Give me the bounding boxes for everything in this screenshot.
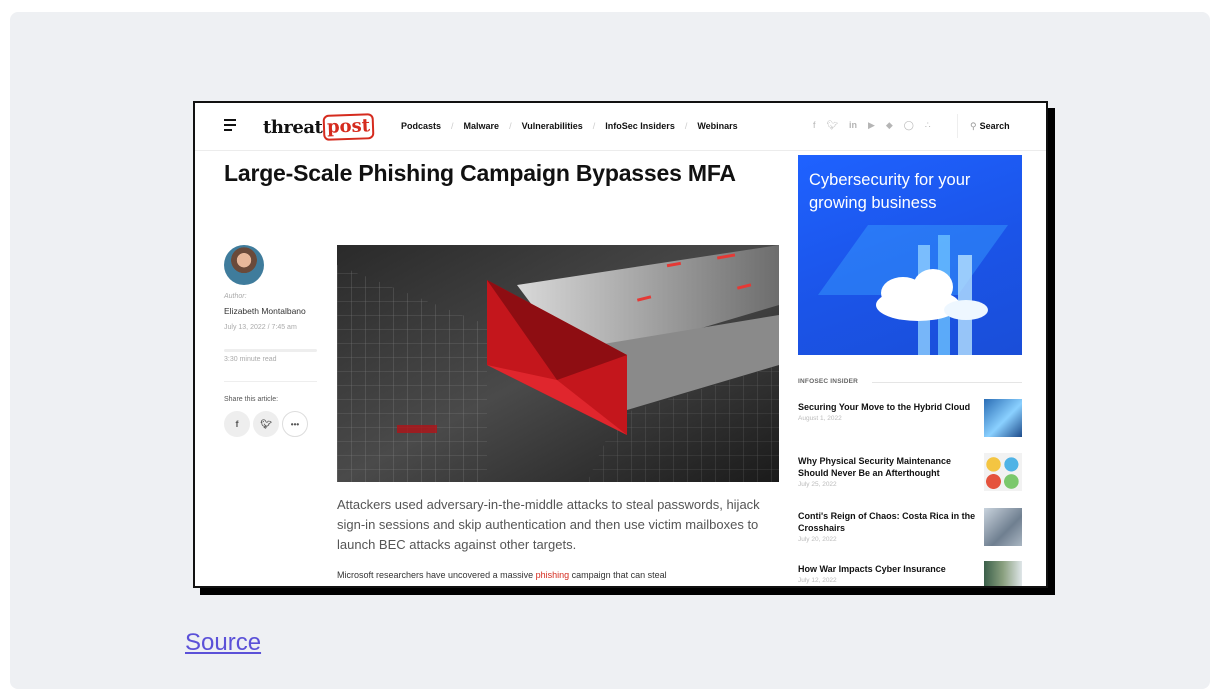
article-lede: Attackers used adversary-in-the-middle a…: [337, 497, 760, 552]
sidebar-article-title[interactable]: Why Physical Security Maintenance Should…: [798, 455, 976, 479]
nav-separator: /: [592, 121, 596, 131]
sidebar-article-thumbnail[interactable]: [984, 508, 1022, 546]
logo-text-post: post: [322, 113, 375, 141]
sidebar-article-title[interactable]: Conti's Reign of Chaos: Costa Rica in th…: [798, 510, 976, 534]
rss-icon[interactable]: ∴: [925, 120, 931, 131]
sidebar-article[interactable]: Securing Your Move to the Hybrid Cloud A…: [798, 399, 1022, 437]
share-label: Share this article:: [224, 396, 279, 403]
sidebar-article[interactable]: How War Impacts Cyber Insurance July 12,…: [798, 561, 1022, 586]
author-label: Author:: [224, 293, 247, 300]
twitter-icon[interactable]: 🐦︎: [827, 120, 838, 131]
sidebar-article-title[interactable]: How War Impacts Cyber Insurance: [798, 563, 976, 575]
body-text-end: campaign that can steal: [569, 570, 667, 580]
read-time: 3:30 minute read: [224, 356, 277, 363]
sidebar-article-title[interactable]: Securing Your Move to the Hybrid Cloud: [798, 401, 976, 413]
search-label: Search: [979, 121, 1010, 131]
instagram-icon[interactable]: ◯: [904, 120, 914, 131]
nav-item-malware[interactable]: Malware: [464, 121, 500, 131]
linkedin-icon[interactable]: in: [849, 120, 857, 131]
nav-separator: /: [451, 121, 454, 131]
social-links: f 🐦︎ in ▶ ◆ ◯ ∴: [813, 120, 931, 131]
sidebar-advertisement[interactable]: Cybersecurity for your growing business: [798, 155, 1022, 355]
share-twitter-icon[interactable]: 🐦︎: [253, 411, 279, 437]
nav-separator: /: [509, 121, 512, 131]
share-buttons: f 🐦︎ •••: [224, 411, 308, 437]
hero-image-envelope: [337, 245, 779, 482]
feedly-icon[interactable]: ◆: [886, 120, 893, 131]
logo-text-threat: threat: [263, 116, 323, 138]
facebook-icon[interactable]: f: [813, 120, 816, 131]
author-avatar[interactable]: [224, 245, 264, 285]
article-date: July 13, 2022 / 7:45 am: [224, 324, 297, 331]
nav-separator: /: [684, 121, 688, 131]
sidebar-article[interactable]: Why Physical Security Maintenance Should…: [798, 453, 1022, 491]
author-name[interactable]: Elizabeth Montalbano: [224, 306, 306, 316]
website-screenshot: threat post Podcasts / Malware / Vulnera…: [193, 101, 1048, 588]
article-body: Microsoft researchers have uncovered a m…: [337, 570, 777, 580]
share-more-icon[interactable]: •••: [282, 411, 308, 437]
nav-item-webinars[interactable]: Webinars: [697, 121, 737, 131]
top-navigation: threat post Podcasts / Malware / Vulnera…: [195, 103, 1046, 151]
reading-progress-bar: [224, 349, 317, 352]
source-link[interactable]: Source: [185, 629, 261, 657]
meta-divider: [224, 381, 317, 382]
sidebar-article-thumbnail[interactable]: [984, 561, 1022, 586]
search-button[interactable]: ⚲ Search: [957, 114, 1010, 138]
nav-item-infosec-insiders[interactable]: InfoSec Insiders: [605, 121, 675, 131]
phishing-link[interactable]: phishing: [536, 570, 570, 580]
article-title: Large-Scale Phishing Campaign Bypasses M…: [224, 160, 736, 186]
share-facebook-icon[interactable]: f: [224, 411, 250, 437]
ad-cloud-illustration: [818, 225, 1008, 355]
hero-illustration: [337, 245, 779, 482]
sidebar-article-thumbnail[interactable]: [984, 453, 1022, 491]
nav-item-vulnerabilities[interactable]: Vulnerabilities: [522, 121, 583, 131]
threatpost-logo[interactable]: threat post: [263, 112, 375, 142]
main-menu: Podcasts / Malware / Vulnerabilities / I…: [401, 121, 738, 131]
sidebar-article-thumbnail[interactable]: [984, 399, 1022, 437]
section-rule: [872, 382, 1022, 383]
hamburger-menu-icon[interactable]: [224, 119, 236, 131]
youtube-icon[interactable]: ▶: [868, 120, 875, 131]
section-label-infosec-insider: INFOSEC INSIDER: [798, 378, 859, 385]
sidebar-article[interactable]: Conti's Reign of Chaos: Costa Rica in th…: [798, 508, 1022, 546]
body-text-start: Microsoft researchers have uncovered a m…: [337, 570, 536, 580]
nav-item-podcasts[interactable]: Podcasts: [401, 121, 441, 131]
search-icon: ⚲: [970, 120, 977, 131]
